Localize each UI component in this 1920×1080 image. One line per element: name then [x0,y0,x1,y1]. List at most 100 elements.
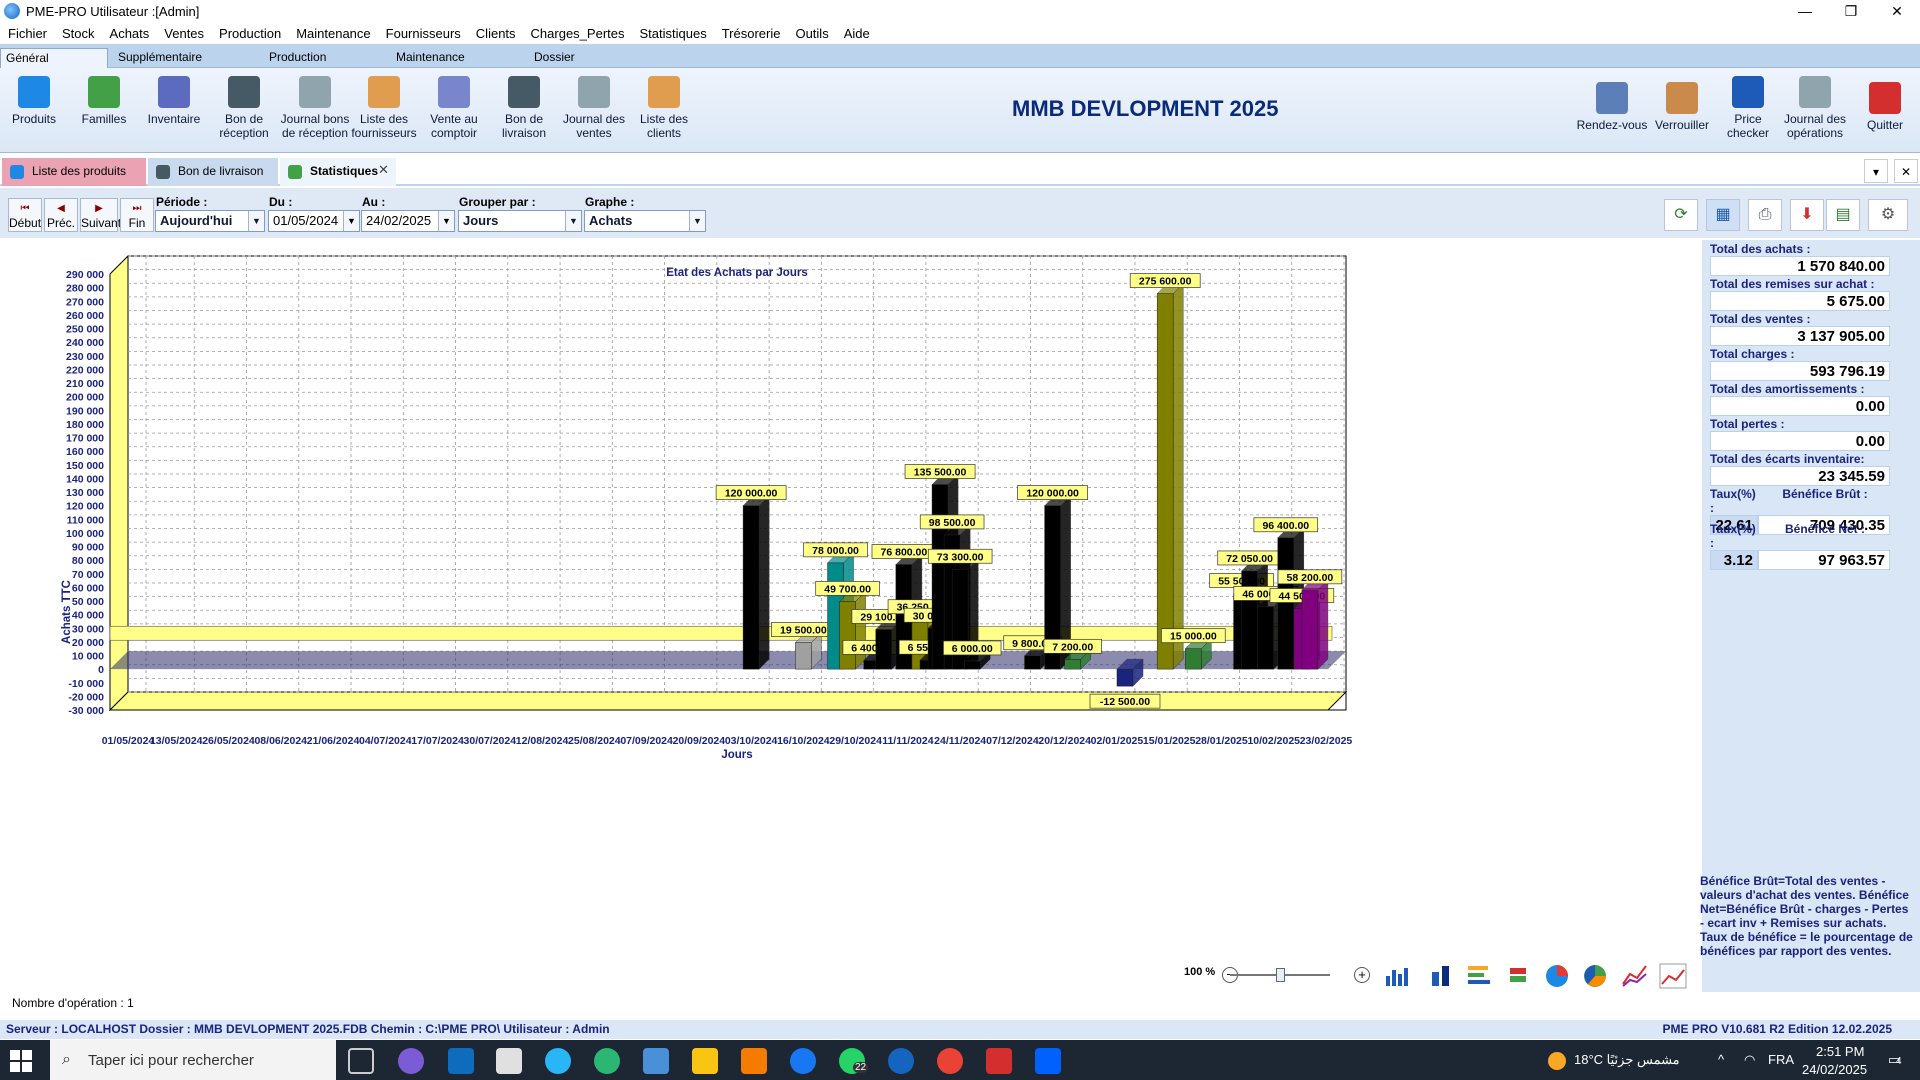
periode-select[interactable]: Aujourd'hui ▼ [155,210,265,232]
chart-title: Etat des Achats par Jours [666,267,807,279]
bar [795,642,812,670]
grouper-select[interactable]: Jours ▼ [458,210,582,232]
fin-button[interactable]: ⏭ Fin [120,198,154,232]
tab-bon-livraison[interactable]: Bon de livraison [148,158,278,186]
total-remises-row: Total des remises sur achat :5 675.00 [1710,277,1890,311]
suivant-button[interactable]: ▶ Suivant [80,198,121,232]
weather-text[interactable]: 18°C مشمس جزئيًا [1574,1052,1680,1068]
quitter-button[interactable]: Quitter [1862,82,1908,132]
clock-time[interactable]: 2:51 PM [1816,1044,1864,1059]
store-icon[interactable] [496,1048,522,1074]
chevron-up-icon[interactable]: ^ [1718,1052,1724,1067]
menu-maintenance[interactable]: Maintenance [290,26,379,41]
ribbon-tab-dossier[interactable]: Dossier [534,48,575,68]
menu-clients[interactable]: Clients [470,26,525,41]
x-tick-label: 20/12/2024 [1038,735,1091,747]
prec-button[interactable]: ◀ Préc. [44,198,78,232]
close-button[interactable]: ✕ [1874,0,1920,22]
liste-fournisseurs-button[interactable]: Liste des fournisseurs [350,76,418,140]
zoom-slider-thumb[interactable] [1276,968,1285,982]
line-chart-icon[interactable] [1620,962,1650,990]
graphe-select[interactable]: Achats ▼ [584,210,706,232]
liste-clients-button[interactable]: Liste des clients [634,76,694,140]
outlook-icon[interactable] [448,1048,474,1074]
close-tab-icon[interactable]: ✕ [378,162,389,178]
data-label: 120 000.00 [725,488,778,500]
journal-bons-reception-button[interactable]: Journal bons de réception [280,76,350,140]
verrouiller-button[interactable]: Verrouiller [1652,82,1712,132]
bon-de-reception-button[interactable]: Bon de réception [214,76,274,140]
network-app-icon[interactable] [643,1048,669,1074]
menu-stock[interactable]: Stock [56,26,104,41]
y-tick-label: 180 000 [66,419,104,431]
produits-button[interactable]: Produits [8,76,60,126]
ribbon-tab-supplementaire[interactable]: Supplémentaire [118,48,202,68]
file-explorer-icon[interactable] [692,1048,718,1074]
familles-button[interactable]: Familles [78,76,130,126]
facebook-icon[interactable] [790,1048,816,1074]
menu-statistiques[interactable]: Statistiques [634,26,716,41]
language-indicator[interactable]: FRA [1768,1052,1794,1067]
inventaire-button[interactable]: Inventaire [144,76,204,126]
zoom-in-icon[interactable]: + [1354,967,1370,983]
total-charges-row: Total charges :593 796.19 [1710,347,1890,381]
price-checker-button[interactable]: Price checker [1722,76,1774,140]
status-left: Serveur : LOCALHOST Dossier : MMB DEVLOP… [6,1022,610,1036]
bolt-app-icon[interactable] [888,1048,914,1074]
debut-button[interactable]: ⏮ Début [8,198,42,232]
task-view-icon[interactable] [348,1048,374,1074]
weather-icon[interactable] [1548,1052,1566,1070]
menu-achats[interactable]: Achats [104,26,159,41]
close-all-tabs-button[interactable]: ✕ [1894,159,1918,183]
table-view-icon[interactable]: ▦ [1706,199,1740,231]
horizontal-bar-icon[interactable] [1464,962,1494,990]
menu-outils[interactable]: Outils [789,26,837,41]
clock-date[interactable]: 24/02/2025 [1802,1062,1867,1077]
dropbox-icon[interactable] [1035,1048,1061,1074]
3d-bar-icon[interactable] [1504,962,1534,990]
menu-charges-pertes[interactable]: Charges_Pertes [525,26,634,41]
area-chart-icon[interactable] [1658,962,1688,990]
wifi-icon[interactable]: ◠ [1744,1052,1755,1068]
menu-fournisseurs[interactable]: Fournisseurs [380,26,470,41]
menu-fichier[interactable]: Fichier [2,26,56,41]
stacked-bar-icon[interactable] [1426,962,1456,990]
menu-tresorerie[interactable]: Trésorerie [716,26,790,41]
maximize-button[interactable]: ❐ [1828,0,1874,22]
edge-icon[interactable] [594,1048,620,1074]
excel-icon[interactable]: ▤ [1826,199,1860,231]
pdf-icon[interactable]: ⬇ [1790,199,1824,231]
au-date-picker[interactable]: 24/02/2025 ▼ [361,210,455,232]
pie-chart-icon[interactable] [1542,962,1572,990]
viber-icon[interactable] [398,1048,424,1074]
menu-ventes[interactable]: Ventes [158,26,213,41]
windows-start-icon[interactable] [10,1050,32,1072]
acrobat-icon[interactable] [986,1048,1012,1074]
menu-production[interactable]: Production [213,26,290,41]
taskbar-search-box[interactable]: ⌕ Taper ici pour rechercher [50,1040,336,1080]
settings-dropdown-icon[interactable]: ⚙ [1868,199,1908,231]
tab-list-dropdown[interactable]: ▾ [1864,159,1888,183]
x-tick-label: 08/06/2024 [254,735,307,747]
menu-aide[interactable]: Aide [838,26,879,41]
du-date-picker[interactable]: 01/05/2024 ▼ [268,210,360,232]
whatsapp-icon[interactable]: 22 [839,1048,869,1074]
journal-ventes-button[interactable]: Journal des ventes [560,76,628,140]
ribbon-tab-maintenance[interactable]: Maintenance [396,48,465,68]
cubes-icon [88,76,120,108]
ribbon-tab-production[interactable]: Production [269,48,326,68]
tab-liste-produits[interactable]: Liste des produits [2,158,146,186]
minimize-button[interactable]: — [1782,0,1828,22]
vlc-icon[interactable] [741,1048,767,1074]
bar-chart-icon[interactable] [1382,962,1412,990]
bon-de-livraison-button[interactable]: Bon de livraison [494,76,554,140]
rendez-vous-button[interactable]: Rendez-vous [1576,82,1648,132]
chrome-icon[interactable] [937,1048,963,1074]
journal-operations-button[interactable]: Journal des opérations [1780,76,1850,140]
ribbon-tab-general[interactable]: Général [0,48,108,68]
pme-pro-taskbar-icon[interactable] [545,1048,571,1074]
print-icon[interactable]: ⎙ [1748,199,1782,231]
refresh-icon[interactable]: ⟳ [1664,199,1698,231]
vente-comptoir-button[interactable]: Vente au comptoir [424,76,484,140]
donut-chart-icon[interactable] [1580,962,1610,990]
